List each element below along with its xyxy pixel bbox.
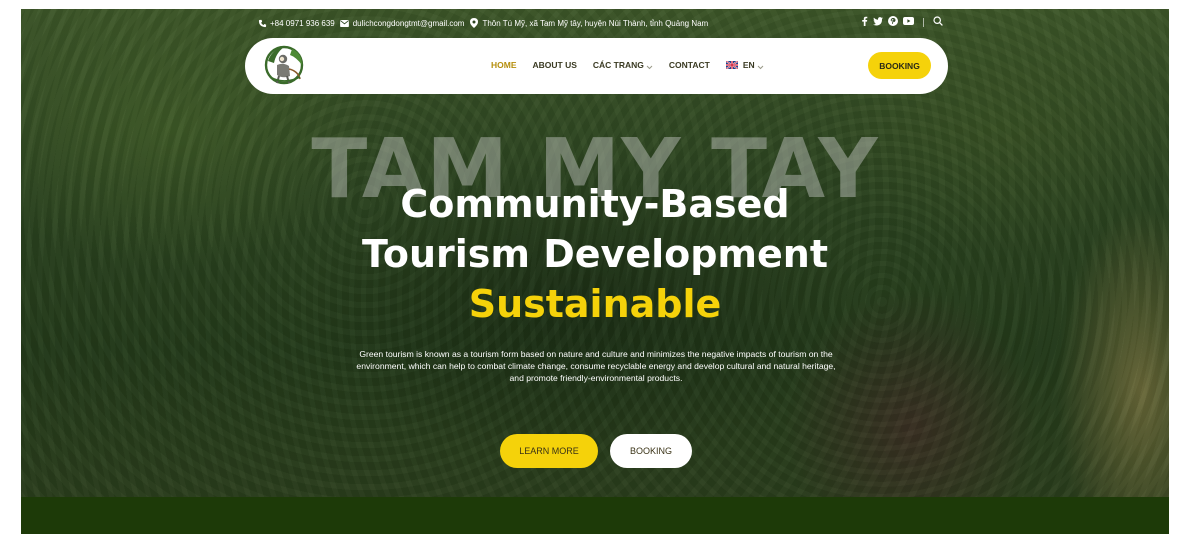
hero-booking-button[interactable]: BOOKING — [610, 434, 692, 468]
nav-item-label: HOME — [491, 60, 517, 70]
search-icon[interactable] — [933, 16, 943, 28]
divider — [923, 17, 924, 27]
envelope-icon — [340, 18, 350, 28]
twitter-icon[interactable] — [873, 16, 883, 28]
uk-flag-icon — [725, 60, 739, 70]
hero-description: Green tourism is known as a tourism form… — [356, 349, 836, 383]
main-navbar: HOME ABOUT US CÁC TRANG CONTACT EN BOOKI… — [245, 38, 948, 94]
hero-headline: Community-Based Tourism Development Sust… — [21, 179, 1169, 329]
section-band — [21, 497, 1169, 534]
nav-item-label: ABOUT US — [532, 60, 577, 70]
phone-number[interactable]: +84 0971 936 639 — [270, 19, 335, 28]
language-switcher[interactable]: EN — [725, 60, 764, 70]
address-text: Thôn Tú Mỹ, xã Tam Mỹ tây, huyện Núi Thà… — [482, 18, 709, 28]
facebook-icon[interactable] — [861, 16, 868, 28]
headline-line-2: Tourism Development — [361, 232, 829, 276]
nav-item-label: CÁC TRANG — [592, 60, 644, 70]
booking-button[interactable]: BOOKING — [868, 52, 931, 79]
nav-item-home[interactable]: HOME — [491, 60, 517, 70]
social-links — [861, 16, 943, 28]
page-frame: +84 0971 936 639 dulichcongdongtmt@gmail… — [21, 9, 1169, 534]
nav-item-contact[interactable]: CONTACT — [669, 60, 710, 70]
nav-item-cac-trang[interactable]: CÁC TRANG — [593, 60, 653, 70]
learn-more-button[interactable]: LEARN MORE — [500, 434, 598, 468]
nav-menu: HOME ABOUT US CÁC TRANG CONTACT EN — [491, 60, 780, 70]
site-logo[interactable] — [262, 43, 309, 88]
headline-highlight: Sustainable — [468, 282, 722, 326]
phone-icon — [257, 18, 267, 28]
youtube-icon[interactable] — [903, 17, 914, 27]
nav-item-label: CONTACT — [668, 60, 710, 70]
map-pin-icon — [469, 18, 479, 28]
nav-item-about-us[interactable]: ABOUT US — [533, 60, 577, 70]
chevron-down-icon — [646, 62, 653, 70]
pinterest-icon[interactable] — [888, 16, 898, 28]
headline-line-1: Community-Based — [400, 182, 790, 226]
top-contact-bar: +84 0971 936 639 dulichcongdongtmt@gmail… — [257, 16, 943, 30]
chevron-down-icon — [757, 62, 764, 70]
language-label: EN — [742, 60, 755, 70]
email-address[interactable]: dulichcongdongtmt@gmail.com — [353, 19, 465, 28]
